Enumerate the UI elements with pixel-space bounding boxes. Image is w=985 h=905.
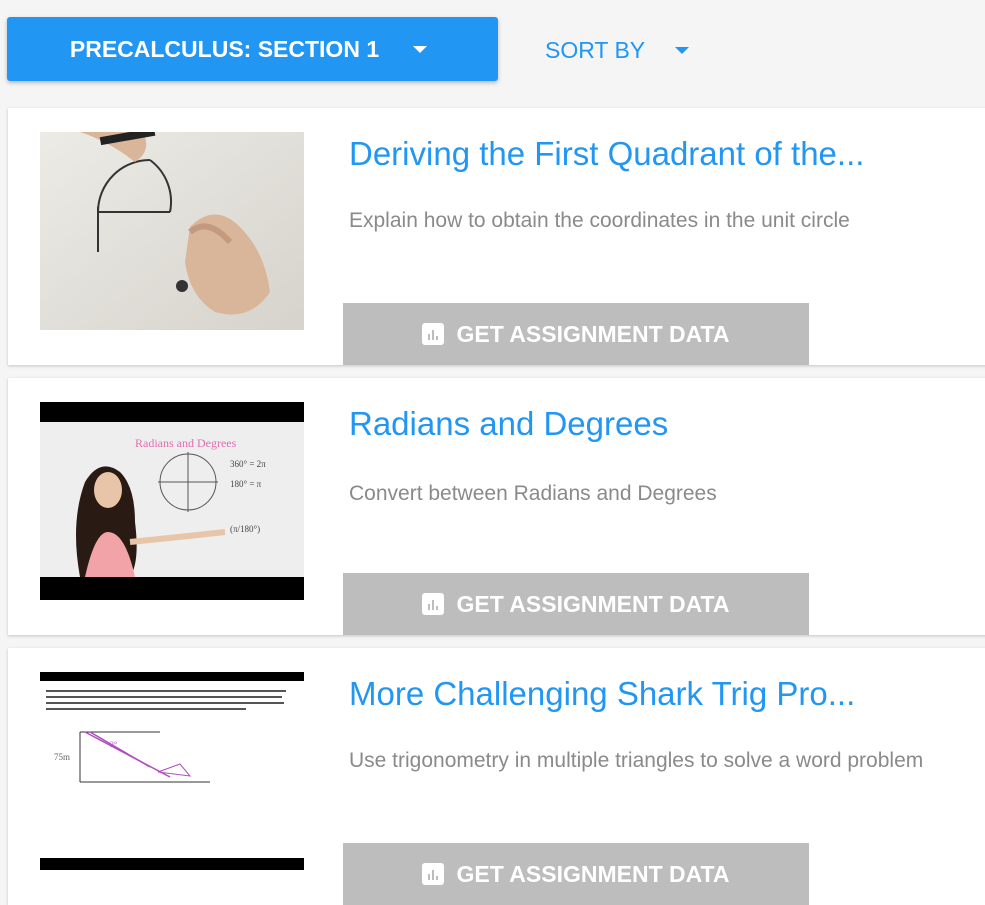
video-thumbnail-trig-diagram[interactable]: 75m 3°: [40, 672, 304, 870]
get-assignment-data-label: GET ASSIGNMENT DATA: [456, 320, 730, 347]
get-assignment-data-button[interactable]: GET ASSIGNMENT DATA: [343, 843, 809, 905]
svg-text:75m: 75m: [54, 752, 70, 762]
lesson-description: Convert between Radians and Degrees: [349, 482, 717, 505]
svg-text:(π/180°): (π/180°): [230, 524, 260, 534]
sort-by-label: SORT BY: [545, 36, 646, 63]
video-thumbnail-hand-drawing[interactable]: [40, 132, 304, 330]
chevron-down-icon: [675, 46, 690, 54]
get-assignment-data-label: GET ASSIGNMENT DATA: [456, 860, 730, 887]
svg-text:3°: 3°: [110, 740, 117, 749]
bar-chart-icon: [422, 863, 445, 885]
lesson-description: Explain how to obtain the coordinates in…: [349, 209, 850, 232]
lesson-card: Radians and Degrees 360° = 2π 180° = π (…: [8, 378, 985, 635]
section-dropdown-label: PRECALCULUS: SECTION 1: [69, 35, 380, 62]
lesson-title[interactable]: More Challenging Shark Trig Pro...: [349, 675, 855, 713]
section-dropdown-button[interactable]: PRECALCULUS: SECTION 1: [7, 17, 498, 81]
svg-text:360° = 2π: 360° = 2π: [230, 459, 266, 469]
toolbar: PRECALCULUS: SECTION 1 SORT BY: [0, 0, 985, 100]
video-thumbnail-whiteboard-presenter[interactable]: Radians and Degrees 360° = 2π 180° = π (…: [40, 402, 304, 600]
get-assignment-data-button[interactable]: GET ASSIGNMENT DATA: [343, 303, 809, 365]
get-assignment-data-button[interactable]: GET ASSIGNMENT DATA: [343, 573, 809, 635]
lesson-card: Deriving the First Quadrant of the... Ex…: [8, 108, 985, 365]
lesson-title[interactable]: Radians and Degrees: [349, 405, 668, 443]
lesson-card: 75m 3° More Challenging Shark Trig Pro..…: [8, 648, 985, 905]
svg-text:Radians and Degrees: Radians and Degrees: [135, 436, 237, 450]
lesson-description: Use trigonometry in multiple triangles t…: [349, 749, 924, 772]
get-assignment-data-label: GET ASSIGNMENT DATA: [456, 590, 730, 617]
bar-chart-icon: [422, 593, 445, 615]
sort-by-dropdown[interactable]: SORT BY: [545, 30, 690, 70]
svg-text:180° = π: 180° = π: [230, 479, 262, 489]
chevron-down-icon: [413, 45, 428, 53]
lesson-title[interactable]: Deriving the First Quadrant of the...: [349, 135, 864, 173]
bar-chart-icon: [422, 323, 445, 345]
